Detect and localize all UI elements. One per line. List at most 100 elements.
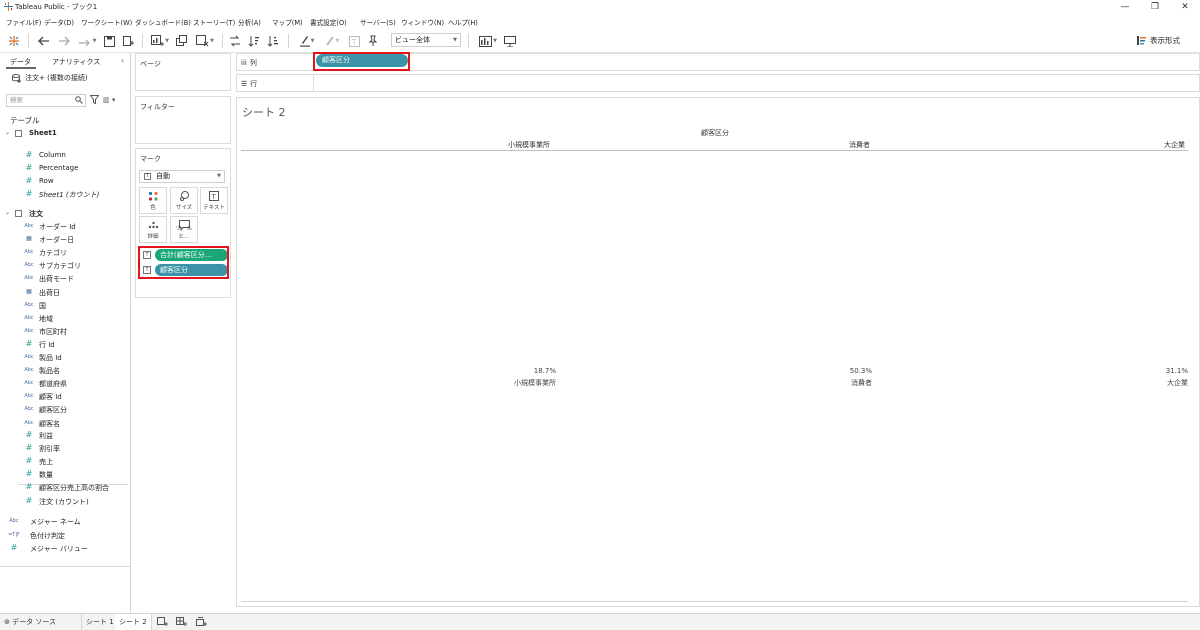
minimize-button[interactable]: — bbox=[1110, 0, 1140, 14]
tableau-home-icon[interactable] bbox=[6, 33, 22, 49]
datasource-item[interactable]: 注文+ (複数の接続) bbox=[12, 73, 88, 83]
undo-icon[interactable] bbox=[36, 33, 52, 49]
sheet-title[interactable]: シート 2 bbox=[242, 104, 286, 120]
field-item[interactable]: # Sheet1 (カウント) bbox=[0, 189, 130, 201]
field-item[interactable]: # 利益 bbox=[0, 430, 130, 442]
menu-file[interactable]: ファイル(F) bbox=[6, 17, 41, 27]
field-item[interactable]: Abc 顧客区分 bbox=[0, 404, 130, 416]
field-item[interactable]: # 注文 (カウント) bbox=[0, 496, 130, 508]
field-item[interactable]: ▦ 出荷日 bbox=[0, 287, 130, 299]
tab-datasource[interactable]: ⊚ データ ソース bbox=[0, 614, 82, 630]
mark-label[interactable]: 消費者 bbox=[820, 378, 872, 388]
rows-shelf[interactable]: ☰ 行 bbox=[236, 74, 1200, 92]
field-item[interactable]: Abc メジャー ネーム bbox=[0, 516, 130, 528]
filters-card[interactable]: フィルター bbox=[135, 96, 231, 144]
field-item[interactable]: Abc 都道府県 bbox=[0, 378, 130, 390]
mark-type-dropdown[interactable]: T 自動 ▼ bbox=[139, 170, 225, 183]
size-button[interactable]: サイズ bbox=[170, 187, 198, 214]
table-orders[interactable]: ⌄ 注文 bbox=[0, 208, 130, 220]
tab-sheet1[interactable]: シート 1 bbox=[82, 614, 119, 630]
field-item[interactable]: # 数量 bbox=[0, 469, 130, 481]
sort-descending-icon[interactable] bbox=[266, 33, 280, 49]
duplicate-sheet-icon[interactable] bbox=[175, 33, 189, 49]
field-item[interactable]: ▦ オーダー日 bbox=[0, 234, 130, 246]
tooltip-button[interactable]: ツールヒ… bbox=[170, 216, 198, 243]
field-item[interactable]: # メジャー バリュー bbox=[0, 543, 130, 555]
field-item[interactable]: Abc 顧客 Id bbox=[0, 391, 130, 403]
column-header-field[interactable]: 顧客区分 bbox=[690, 128, 740, 138]
field-item[interactable]: Abc 製品名 bbox=[0, 365, 130, 377]
new-worksheet-icon[interactable]: ▼ bbox=[148, 33, 172, 49]
menu-dashboard[interactable]: ダッシュボード(B) bbox=[135, 17, 191, 27]
view-options-icon[interactable]: ▥ ▾ bbox=[103, 96, 115, 104]
new-story-icon[interactable] bbox=[196, 617, 207, 627]
field-item[interactable]: Abc 製品 Id bbox=[0, 352, 130, 364]
close-button[interactable]: ✕ bbox=[1170, 0, 1200, 14]
tab-sheet2[interactable]: シート 2 bbox=[115, 614, 152, 630]
field-item[interactable]: Abc 国 bbox=[0, 300, 130, 312]
column-header[interactable]: 大企業 bbox=[1164, 140, 1185, 150]
field-item[interactable]: Abc オーダー Id bbox=[0, 221, 130, 233]
mark-label[interactable]: 小規模事業所 bbox=[504, 378, 556, 388]
table-sheet1[interactable]: ⌄ Sheet1 bbox=[0, 128, 130, 140]
new-datasource-icon[interactable] bbox=[121, 33, 135, 49]
menu-server[interactable]: サーバー(S) bbox=[360, 17, 396, 27]
tab-data[interactable]: データ bbox=[10, 57, 31, 67]
mark-value[interactable]: 18.7% bbox=[504, 367, 556, 375]
menu-window[interactable]: ウィンドウ(N) bbox=[401, 17, 444, 27]
new-worksheet-icon[interactable] bbox=[157, 617, 168, 627]
pin-axes-icon[interactable] bbox=[366, 33, 380, 49]
menu-data[interactable]: データ(D) bbox=[44, 17, 74, 27]
menu-worksheet[interactable]: ワークシート(W) bbox=[81, 17, 132, 27]
field-item[interactable]: Abc 顧客名 bbox=[0, 418, 130, 430]
new-dashboard-icon[interactable] bbox=[176, 617, 187, 627]
field-item[interactable]: Abc 地域 bbox=[0, 313, 130, 325]
field-search-input[interactable]: 検索 bbox=[6, 94, 86, 107]
mark-label[interactable]: 大企業 bbox=[1136, 378, 1188, 388]
label-button[interactable]: T テキスト bbox=[200, 187, 228, 214]
mark-value[interactable]: 50.3% bbox=[820, 367, 872, 375]
menu-help[interactable]: ヘルプ(H) bbox=[448, 17, 478, 27]
presentation-mode-icon[interactable] bbox=[503, 33, 517, 49]
show-cards-icon[interactable]: ▼ bbox=[476, 33, 500, 49]
group-members-icon[interactable]: ▼ bbox=[321, 33, 343, 49]
clear-sheet-icon[interactable]: ▼ bbox=[194, 33, 216, 49]
menu-analysis[interactable]: 分析(A) bbox=[238, 17, 261, 27]
field-item[interactable]: # Column bbox=[0, 150, 130, 162]
pages-card[interactable]: ページ bbox=[135, 53, 231, 91]
sort-ascending-icon[interactable] bbox=[247, 33, 261, 49]
highlight-icon[interactable]: ▼ bbox=[296, 33, 318, 49]
detail-button[interactable]: 詳細 bbox=[139, 216, 167, 243]
field-label: Sheet1 (カウント) bbox=[39, 191, 100, 199]
menu-map[interactable]: マップ(M) bbox=[272, 17, 303, 27]
save-icon[interactable] bbox=[102, 33, 116, 49]
field-item[interactable]: Abc サブカテゴリ bbox=[0, 260, 130, 272]
field-item[interactable]: Abc 出荷モード bbox=[0, 273, 130, 285]
field-item[interactable]: # Row bbox=[0, 176, 130, 188]
show-mark-labels-icon[interactable]: T bbox=[347, 33, 361, 49]
field-item[interactable]: # 売上 bbox=[0, 456, 130, 468]
column-header[interactable]: 消費者 bbox=[849, 140, 870, 150]
field-item[interactable]: Abc カテゴリ bbox=[0, 247, 130, 259]
redo-icon[interactable] bbox=[56, 33, 72, 49]
mark-value[interactable]: 31.1% bbox=[1136, 367, 1188, 375]
fit-dropdown[interactable]: ビュー全体 ▼ bbox=[391, 33, 461, 47]
field-item[interactable]: Abc 市区町村 bbox=[0, 326, 130, 338]
color-button[interactable]: 色 bbox=[139, 187, 167, 214]
swap-rows-columns-icon[interactable] bbox=[228, 33, 242, 49]
field-item[interactable]: # Percentage bbox=[0, 163, 130, 175]
collapse-pane-icon[interactable]: ‹ bbox=[121, 56, 124, 65]
column-header[interactable]: 小規模事業所 bbox=[508, 140, 550, 150]
tab-analytics[interactable]: アナリティクス bbox=[52, 57, 100, 67]
show-me-button[interactable]: 表示形式 bbox=[1137, 35, 1180, 46]
worksheet-view[interactable] bbox=[236, 97, 1200, 607]
filter-icon[interactable] bbox=[90, 95, 99, 104]
restore-button[interactable]: ❐ bbox=[1140, 0, 1170, 14]
menu-format[interactable]: 書式設定(O) bbox=[310, 17, 347, 27]
field-item[interactable]: # 顧客区分売上高の割合 bbox=[0, 482, 130, 494]
field-item[interactable]: # 割引率 bbox=[0, 443, 130, 455]
replay-icon[interactable]: ▼ bbox=[76, 33, 98, 49]
field-item[interactable]: =T|F 色付け判定 bbox=[0, 530, 130, 542]
menu-story[interactable]: ストーリー(T) bbox=[193, 17, 235, 27]
field-item[interactable]: # 行 Id bbox=[0, 339, 130, 351]
